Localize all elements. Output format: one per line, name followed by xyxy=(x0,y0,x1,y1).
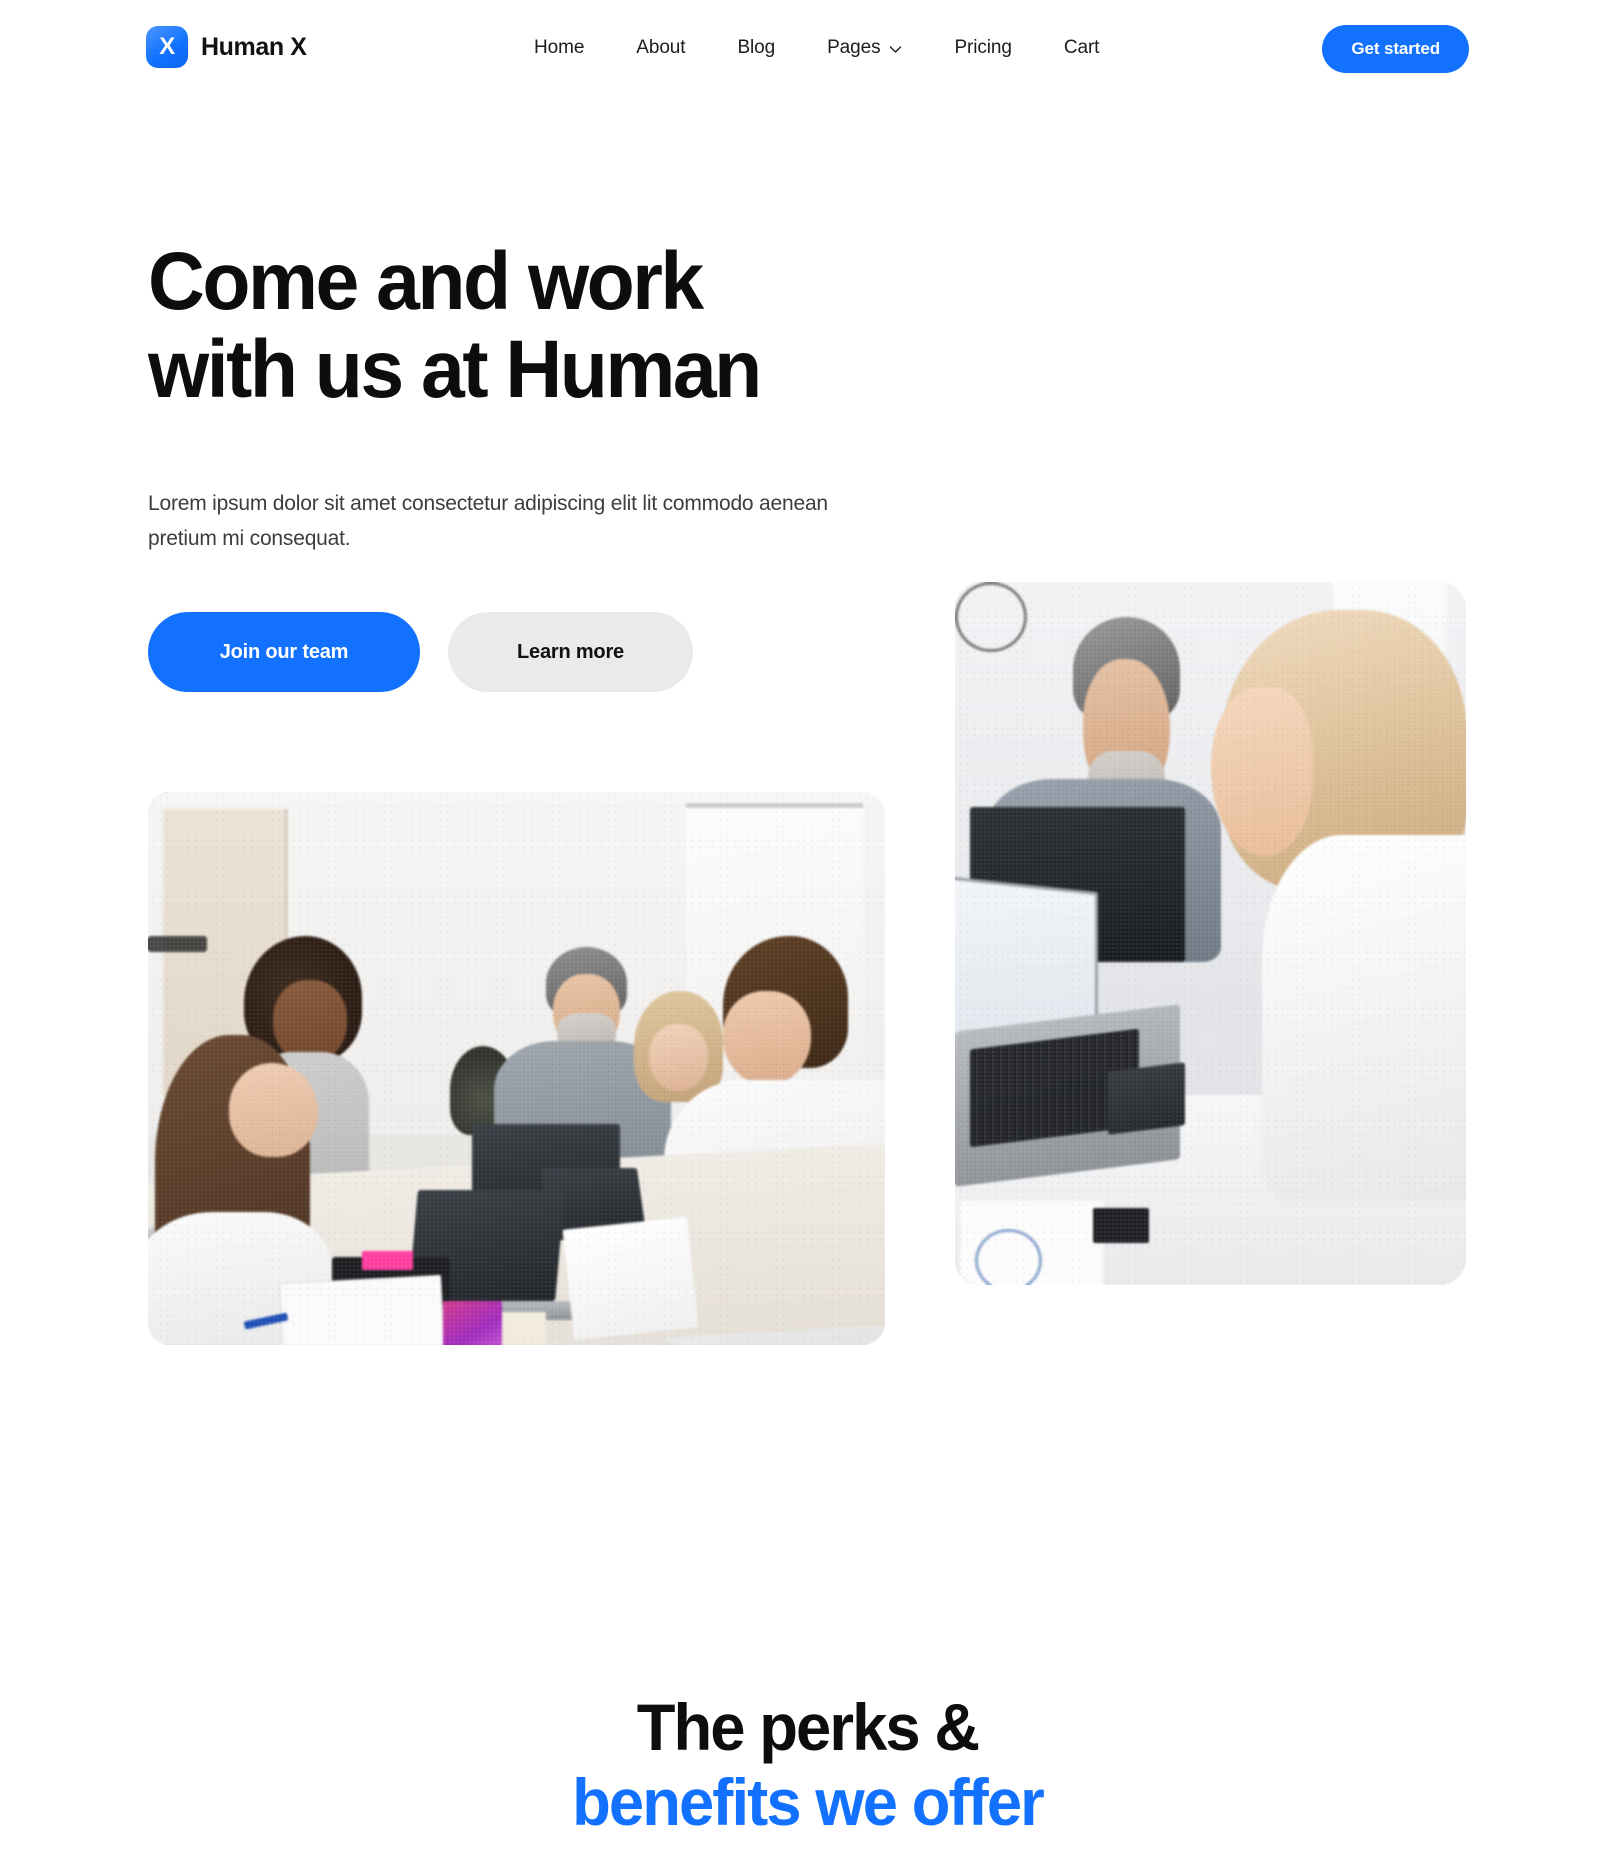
brand-name: Human X xyxy=(201,32,307,61)
team-meeting-photo xyxy=(148,792,885,1345)
learn-more-button[interactable]: Learn more xyxy=(448,612,693,692)
perks-title-line-2: benefits we offer xyxy=(572,1765,1045,1840)
hero-action-buttons: Join our team Learn more xyxy=(148,612,693,692)
woman-at-desk-photo-art xyxy=(955,582,1466,1285)
logo-x-icon: X xyxy=(146,26,188,68)
hero-title-line-2: with us at Human xyxy=(148,323,762,415)
perks-title: The perks & benefits we offer xyxy=(32,1690,1582,1840)
hero-subtitle: Lorem ipsum dolor sit amet consectetur a… xyxy=(148,492,828,550)
chevron-down-icon xyxy=(889,43,902,56)
nav-item-pricing[interactable]: Pricing xyxy=(954,33,1011,63)
brand-logo-link[interactable]: X Human X xyxy=(146,26,307,68)
nav-item-pages[interactable]: Pages xyxy=(827,33,902,63)
nav-item-home[interactable]: Home xyxy=(534,33,584,63)
nav-item-blog[interactable]: Blog xyxy=(737,33,775,63)
team-meeting-photo-art xyxy=(148,792,885,1345)
nav-item-about[interactable]: About xyxy=(636,33,685,63)
hero-title: Come and work with us at Human xyxy=(148,238,945,413)
landing-page: X Human X Home About Blog Pages Pricing … xyxy=(0,0,1615,1875)
nav-item-blog-label: Blog xyxy=(737,37,776,58)
nav-item-about-label: About xyxy=(636,37,686,58)
perks-section: The perks & benefits we offer xyxy=(0,1690,1615,1840)
nav-item-pages-label: Pages xyxy=(827,37,881,58)
nav-item-cart-label: Cart xyxy=(1063,37,1100,58)
get-started-button[interactable]: Get started xyxy=(1322,25,1469,73)
nav-item-pricing-label: Pricing xyxy=(954,37,1012,58)
main-navigation: Home About Blog Pages Pricing Cart xyxy=(534,33,1099,63)
nav-item-home-label: Home xyxy=(534,37,585,58)
hero-title-line-1: Come and work xyxy=(148,236,704,327)
woman-at-desk-photo xyxy=(955,582,1466,1285)
site-header: X Human X Home About Blog Pages Pricing … xyxy=(0,0,1615,100)
perks-title-line-1: The perks & xyxy=(636,1690,980,1764)
nav-item-cart[interactable]: Cart xyxy=(1064,33,1100,63)
join-our-team-button[interactable]: Join our team xyxy=(148,612,420,692)
